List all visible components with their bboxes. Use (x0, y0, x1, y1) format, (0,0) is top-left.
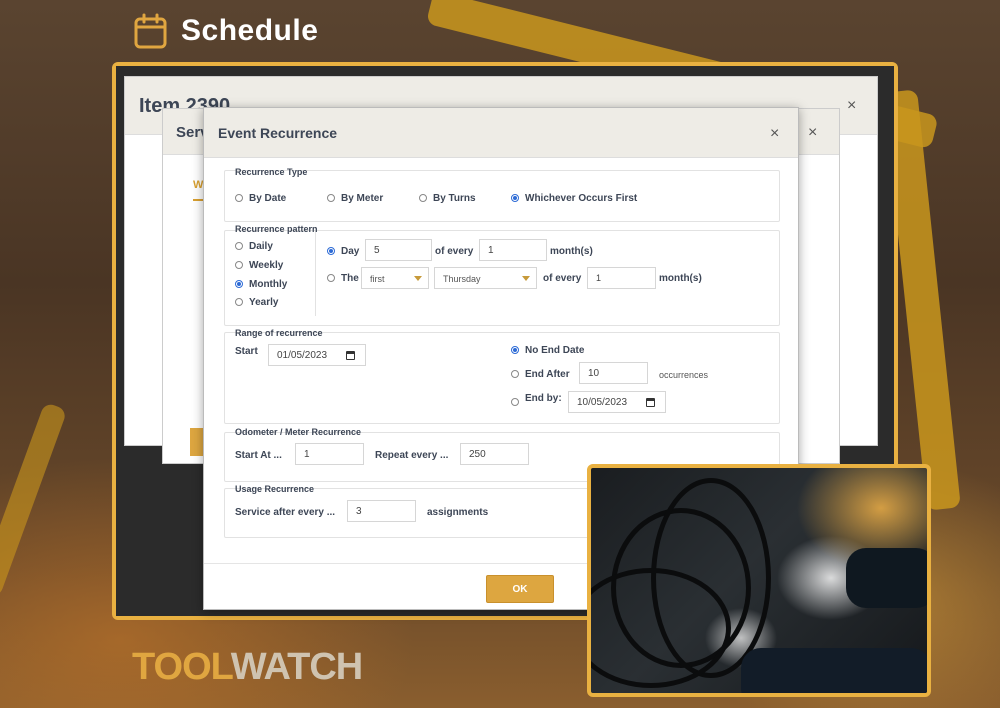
mechanic-photo (587, 464, 931, 697)
day-label: Day (341, 246, 360, 257)
start-at-input[interactable] (295, 443, 364, 465)
recurrence-type-section (224, 170, 780, 222)
radio-monthly-label: Monthly (249, 279, 288, 290)
radio-weekly-label: Weekly (249, 260, 284, 271)
start-date-input[interactable]: 01/05/2023 (268, 344, 366, 366)
ordinal-select-value: first (370, 274, 385, 284)
end-by-label: End by: (525, 393, 562, 404)
service-dialog-close-icon[interactable]: × (808, 124, 817, 142)
day-input[interactable] (365, 239, 432, 261)
repeat-every-label: Repeat every ... (375, 450, 449, 461)
weekday-select-value: Thursday (443, 274, 481, 284)
logo-part-tool: TOOL (132, 646, 232, 688)
calendar-icon (646, 398, 655, 407)
logo-part-watch: WATCH (230, 646, 363, 688)
end-after-input[interactable] (579, 362, 648, 384)
radio-by-turns[interactable] (419, 194, 427, 202)
day-every-input[interactable] (479, 239, 547, 261)
radio-the[interactable] (327, 274, 335, 282)
radio-by-turns-label: By Turns (433, 193, 476, 204)
toolwatch-logo: TOOLWATCH (132, 646, 363, 689)
no-end-date-label: No End Date (525, 345, 585, 356)
radio-by-meter-label: By Meter (341, 193, 384, 204)
radio-by-date-label: By Date (249, 193, 287, 204)
the-label: The (341, 273, 359, 284)
recurrence-pattern-label: Recurrence pattern (235, 224, 318, 234)
service-after-label: Service after every ... (235, 507, 336, 518)
chevron-down-icon (522, 276, 530, 281)
radio-day[interactable] (327, 247, 335, 255)
radio-yearly[interactable] (235, 298, 243, 306)
item-dialog-close-icon[interactable]: × (847, 97, 856, 115)
of-every-label: of every (435, 246, 474, 257)
radio-daily[interactable] (235, 242, 243, 250)
recurrence-type-label: Recurrence Type (235, 167, 308, 177)
weekday-select[interactable]: Thursday (434, 267, 537, 289)
recurrence-dialog-title: Event Recurrence (218, 125, 338, 141)
excavator-arm-left (0, 401, 68, 599)
odometer-label: Odometer / Meter Recurrence (235, 427, 362, 437)
the-of-every-label: of every (543, 273, 582, 284)
radio-end-by[interactable] (511, 398, 519, 406)
sleeve-shape (846, 548, 927, 608)
calendar-icon (134, 13, 167, 49)
radio-weekly[interactable] (235, 261, 243, 269)
chevron-down-icon (414, 276, 422, 281)
pattern-divider (315, 230, 316, 316)
calendar-icon (346, 351, 355, 360)
radio-by-meter[interactable] (327, 194, 335, 202)
radio-monthly[interactable] (235, 280, 243, 288)
start-at-label: Start At ... (235, 450, 282, 461)
start-date-value: 01/05/2023 (277, 350, 328, 361)
occurrences-label: occurrences (659, 370, 709, 380)
start-label: Start (235, 346, 258, 357)
usage-label: Usage Recurrence (235, 484, 315, 494)
recurrence-close-icon[interactable]: × (770, 125, 779, 143)
radio-no-end-date[interactable] (511, 346, 519, 354)
radio-whichever-first-label: Whichever Occurs First (525, 193, 638, 204)
the-months-label: month(s) (659, 273, 702, 284)
the-every-input[interactable] (587, 267, 656, 289)
end-by-date-value: 10/05/2023 (577, 397, 628, 408)
repeat-every-input[interactable] (460, 443, 529, 465)
radio-daily-label: Daily (249, 241, 273, 252)
radio-yearly-label: Yearly (249, 297, 279, 308)
range-label: Range of recurrence (235, 328, 323, 338)
radio-end-after[interactable] (511, 370, 519, 378)
assignments-label: assignments (427, 507, 489, 518)
ordinal-select[interactable]: first (361, 267, 429, 289)
radio-whichever-first[interactable] (511, 194, 519, 202)
radio-by-date[interactable] (235, 194, 243, 202)
sleeve-shape (741, 648, 927, 693)
ok-button[interactable]: OK (486, 575, 554, 603)
end-by-date-input[interactable]: 10/05/2023 (568, 391, 666, 413)
service-after-input[interactable] (347, 500, 416, 522)
end-after-label: End After (525, 369, 570, 380)
months-label: month(s) (550, 246, 593, 257)
page-title: Schedule (181, 14, 319, 47)
